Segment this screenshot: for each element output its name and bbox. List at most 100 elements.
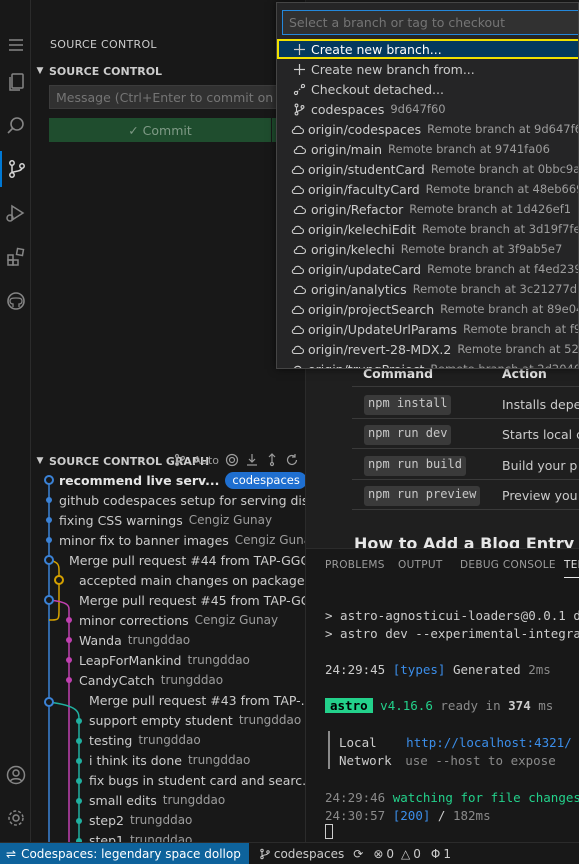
chevron-down-icon: ▼ [36,66,44,76]
branch-name: codespaces [273,846,345,861]
sync-icon[interactable]: ⟳ [353,847,363,861]
branch-icon[interactable] [173,453,187,467]
branch-indicator[interactable]: codespaces ⟳ [259,847,363,861]
graph-commit-row[interactable]: step1 trungddao [31,830,305,843]
tab-problems[interactable]: PROBLEMS [325,559,385,571]
branch-search-input[interactable] [282,10,578,35]
branch-item[interactable]: origin/revert-28-MDX.2 Remote branch at 5… [277,339,578,359]
branch-item[interactable]: origin/updateCard Remote branch at f4ed23… [277,259,578,279]
warning-count: 0 [413,846,421,861]
branch-item[interactable]: origin/analytics Remote branch at 3c21277… [277,279,578,299]
menu-icon[interactable] [0,27,31,63]
activity-bar [0,0,31,842]
branch-icon [291,103,307,116]
graph-commit-row[interactable]: Merge pull request #43 from TAP-... [31,690,305,710]
cloud-icon [291,303,304,316]
item-label: Checkout detached... [311,81,444,97]
account-icon[interactable] [0,757,31,793]
warning-icon: △ [401,846,411,861]
graph-commit-row[interactable]: i think its done trungddao [31,750,305,770]
source-control-sidebar: SOURCE CONTROL ▼ SOURCE CONTROL ✓ Commit… [31,0,306,842]
branch-name: origin/UpdateUrlParams [308,321,457,337]
run-debug-icon[interactable] [0,195,31,231]
item-label: Create new branch from... [311,61,475,77]
graph-auto-label[interactable]: Auto [193,454,219,467]
tab-terminal[interactable]: TERMINAL [564,559,579,578]
cloud-icon [291,223,304,236]
blog-heading: How to Add a Blog Entry [354,534,575,548]
source-control-section-header[interactable]: ▼ SOURCE CONTROL [31,60,305,82]
commit-button[interactable]: ✓ Commit [49,118,271,142]
commit-message: step1 [89,832,124,843]
target-icon[interactable] [225,453,239,467]
tab-debug-console[interactable]: DEBUG CONSOLE [460,559,556,571]
tab-output[interactable]: OUTPUT [398,559,443,571]
branch-item[interactable]: origin/trungProject Remote branch at 2d20… [277,359,578,368]
source-control-icon[interactable] [0,151,31,187]
graph-commit-row[interactable]: recommend live serv... codespaces [31,470,305,490]
commit-author: trungddao [187,653,250,667]
remote-indicator[interactable]: ⇌ Codespaces: legendary space dollop [0,842,249,864]
search-icon[interactable] [0,108,31,144]
fetch-icon[interactable] [245,453,259,467]
graph-commit-row[interactable]: github codespaces setup for serving dis.… [31,490,305,510]
branch-item[interactable]: origin/studentCard Remote branch at 0bbc9… [277,159,578,179]
extensions-icon[interactable] [0,239,31,275]
graph-commit-row[interactable]: minor fix to banner images Cengiz Gunay [31,530,305,550]
graph-commit-row[interactable]: small edits trungddao [31,790,305,810]
branch-description: Remote branch at 3f9ab5e7 [400,242,563,256]
cloud-icon [291,243,307,256]
refresh-icon[interactable] [285,453,299,467]
branch-item[interactable]: origin/kelechiEdit Remote branch at 3d19f… [277,219,578,239]
checkout-detached-item[interactable]: Checkout detached... [277,79,578,99]
settings-gear-icon[interactable] [0,800,31,836]
branch-name: origin/Refactor [311,201,404,217]
create-new-branch-item[interactable]: Create new branch... [277,39,578,59]
branch-description: Remote branch at 89e04e3c [440,302,578,316]
ready-ms: 374 [508,698,531,713]
branch-item[interactable]: origin/UpdateUrlParams Remote branch at f… [277,319,578,339]
graph-commit-row[interactable]: fix bugs in student card and searc... [31,770,306,790]
graph-commit-row[interactable]: support empty student trungddao [31,710,305,730]
explorer-icon[interactable] [0,64,31,100]
cloud-icon [291,163,304,176]
graph-commit-row[interactable]: step2 trungddao [31,810,305,830]
graph-commit-row[interactable]: fixing CSS warnings Cengiz Gunay [31,510,305,530]
graph-commit-row[interactable]: Merge pull request #44 from TAP-GGC... [31,550,305,570]
table-divider [352,386,579,387]
graph-commit-row[interactable]: testing trungddao [31,730,305,750]
github-icon[interactable] [0,283,31,319]
graph-commit-row[interactable]: accepted main changes on package-... [31,570,305,590]
branch-name: origin/kelechi [311,241,395,257]
graph-commit-row[interactable]: Wanda trungddao [31,630,305,650]
branch-item[interactable]: origin/projectSearch Remote branch at 89e… [277,299,578,319]
branch-description: Remote branch at 9741fa06 [388,142,550,156]
commit-message-input[interactable] [49,85,299,109]
branch-item[interactable]: origin/Refactor Remote branch at 1d426ef1 [277,199,578,219]
branch-description: Remote branch at 9d647f60 [427,122,579,136]
time: 24:30:57 [325,808,386,823]
pull-icon[interactable] [265,453,279,467]
graph-commit-row[interactable]: minor corrections Cengiz Gunay [31,610,305,630]
commit-message: fix bugs in student card and searc... [89,772,306,788]
ports-indicator[interactable]: Φ 1 [431,847,451,861]
graph-commit-row[interactable]: CandyCatch trungddao [31,670,305,690]
local-url[interactable]: http://localhost:4321/ [406,735,572,750]
graph-commit-row[interactable]: LeapForMankind trungddao [31,650,305,670]
code-npm-run-build: npm run build [364,456,466,476]
cloud-icon [291,203,307,216]
commit-message: minor fix to banner images [59,532,229,548]
astro-badge: astro [325,698,373,713]
branch-item[interactable]: origin/main Remote branch at 9741fa06 [277,139,578,159]
graph-commit-row[interactable]: Merge pull request #45 from TAP-GG... [31,590,305,610]
create-new-branch-from-item[interactable]: Create new branch from... [277,59,578,79]
branch-description: Remote branch at f9ac88 [462,322,578,336]
branch-item[interactable]: origin/facultyCard Remote branch at 48eb6… [277,179,578,199]
terminal-line: Local http://localhost:4321/ [339,735,572,750]
branch-item[interactable]: codespaces 9d647f60 [277,99,578,119]
branch-item[interactable]: origin/kelechi Remote branch at 3f9ab5e7 [277,239,578,259]
commit-author: trungddao [160,673,224,687]
problems-indicator[interactable]: ⊗ 0 △ 0 [373,847,421,861]
branch-name: origin/studentCard [308,161,425,177]
branch-item[interactable]: origin/codespaces Remote branch at 9d647f… [277,119,579,139]
